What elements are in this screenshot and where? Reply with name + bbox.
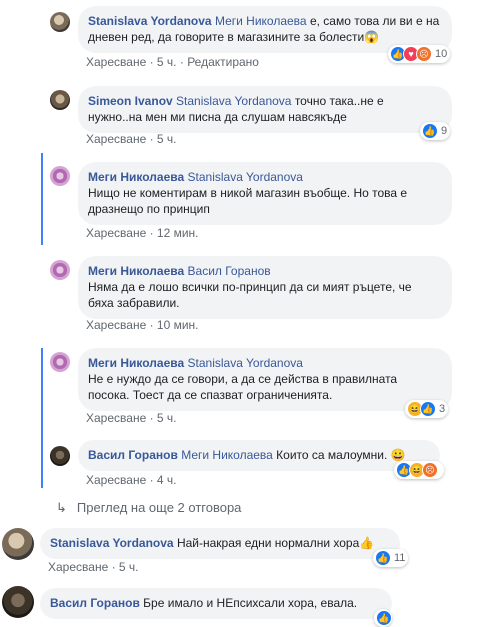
like-link[interactable]: Харесване xyxy=(86,318,146,332)
timestamp[interactable]: 5 ч. xyxy=(157,132,177,146)
reaction-summary[interactable]: 👍 😆 ☹ xyxy=(394,461,444,479)
comment-text: Които са малоумни. 😀 xyxy=(272,448,406,462)
reaction-summary[interactable]: 👍 xyxy=(374,609,392,627)
comment-bubble: Меги Николаева Васил Горанов Няма да е л… xyxy=(78,256,452,319)
comment-text: Най-накрая едни нормални хора👍 xyxy=(173,536,375,550)
like-reaction-icon: 👍 xyxy=(375,550,391,566)
comment-actions: Харесване · 12 мин. xyxy=(86,226,199,240)
comment-mention[interactable]: Stanislava Yordanova xyxy=(176,94,291,108)
reaction-summary[interactable]: 👍 11 xyxy=(373,549,409,567)
timestamp[interactable]: 12 мин. xyxy=(157,226,199,240)
reaction-summary[interactable]: 👍 9 xyxy=(420,122,451,140)
comment-mention[interactable]: Меги Николаева xyxy=(215,14,307,28)
avatar[interactable] xyxy=(50,260,70,280)
comment-actions: Харесване · 5 ч. xyxy=(86,132,177,146)
comment-author[interactable]: Меги Николаева xyxy=(88,356,184,370)
like-link[interactable]: Харесване xyxy=(48,560,108,574)
avatar[interactable] xyxy=(2,586,34,618)
comment-mention[interactable]: Васил Горанов xyxy=(188,264,271,278)
like-link[interactable]: Харесване xyxy=(86,411,146,425)
timestamp[interactable]: 5 ч. xyxy=(119,560,139,574)
comment-author[interactable]: Stanislava Yordanova xyxy=(88,14,212,28)
like-link[interactable]: Харесване xyxy=(86,473,146,487)
thread-line xyxy=(41,348,43,436)
comment-actions: Харесване · 5 ч. xyxy=(48,560,139,574)
comment-author[interactable]: Меги Николаева xyxy=(88,170,184,184)
angry-reaction-icon: ☹ xyxy=(422,462,438,478)
like-reaction-icon: 👍 xyxy=(420,401,436,417)
view-more-replies[interactable]: ↳ Преглед на още 2 отговора xyxy=(56,500,241,516)
comment-bubble: Меги Николаева Stanislava Yordanova Нищо… xyxy=(78,162,452,225)
thread-line xyxy=(41,436,43,488)
reaction-summary[interactable]: 👍 ♥ ☹ 10 xyxy=(388,45,451,63)
comment-author[interactable]: Simeon Ivanov xyxy=(88,94,173,108)
reaction-count: 9 xyxy=(441,125,448,137)
comment-actions: Харесване · 4 ч. xyxy=(86,473,177,487)
like-link[interactable]: Харесване xyxy=(86,55,146,69)
reaction-count: 11 xyxy=(394,552,406,564)
like-link[interactable]: Харесване xyxy=(86,132,146,146)
comment-mention[interactable]: Меги Николаева xyxy=(181,448,273,462)
comment-mention[interactable]: Stanislava Yordanova xyxy=(188,170,303,184)
comment-author[interactable]: Васил Горанов xyxy=(88,448,178,462)
avatar[interactable] xyxy=(50,90,70,110)
comment-bubble: Stanislava Yordanova Най-накрая едни нор… xyxy=(40,528,400,559)
reply-arrow-icon: ↳ xyxy=(56,500,67,515)
comment-text: Нищо не коментирам в никой магазин въобщ… xyxy=(88,186,408,216)
like-reaction-icon: 👍 xyxy=(376,610,392,626)
comment-actions: Харесване · 5 ч. · Редактирано xyxy=(86,55,259,69)
avatar[interactable] xyxy=(50,352,70,372)
thread-line xyxy=(41,153,43,245)
timestamp[interactable]: 10 мин. xyxy=(157,318,199,332)
avatar[interactable] xyxy=(50,446,70,466)
comment-mention[interactable]: Stanislava Yordanova xyxy=(188,356,303,370)
reaction-count: 10 xyxy=(435,48,448,60)
comment-bubble: Simeon Ivanov Stanislava Yordanova точно… xyxy=(78,86,452,133)
comment-bubble: Васил Горанов Меги Николаева Които са ма… xyxy=(78,440,440,471)
view-more-label: Преглед на още 2 отговора xyxy=(76,500,242,515)
comment-bubble: Васил Горанов Бре имало и НЕпсихсали хор… xyxy=(40,588,392,619)
timestamp[interactable]: 5 ч. xyxy=(157,411,177,425)
comment-text: Не е нуждо да се говори, а да се действа… xyxy=(88,372,398,402)
like-link[interactable]: Харесване xyxy=(86,226,146,240)
avatar[interactable] xyxy=(50,12,70,32)
comment-actions: Харесване · 5 ч. xyxy=(86,411,177,425)
timestamp[interactable]: 5 ч. xyxy=(157,55,177,69)
reaction-summary[interactable]: 😆 👍 3 xyxy=(405,400,449,418)
reaction-count: 3 xyxy=(439,403,446,415)
timestamp[interactable]: 4 ч. xyxy=(157,473,177,487)
comment-text: Няма да е лошо всички по-принцип да си м… xyxy=(88,280,412,310)
comment-author[interactable]: Меги Николаева xyxy=(88,264,184,278)
angry-reaction-icon: ☹ xyxy=(416,46,432,62)
comment-bubble: Меги Николаева Stanislava Yordanova Не е… xyxy=(78,348,452,411)
avatar[interactable] xyxy=(2,528,34,560)
comment-author[interactable]: Васил Горанов xyxy=(50,596,140,610)
comment-text: Бре имало и НЕпсихсали хора, евала. xyxy=(139,596,358,610)
comment-actions: Харесване · 10 мин. xyxy=(86,318,199,332)
avatar[interactable] xyxy=(50,166,70,186)
edited-label[interactable]: Редактирано xyxy=(187,55,259,69)
like-reaction-icon: 👍 xyxy=(422,123,438,139)
comment-author[interactable]: Stanislava Yordanova xyxy=(50,536,174,550)
